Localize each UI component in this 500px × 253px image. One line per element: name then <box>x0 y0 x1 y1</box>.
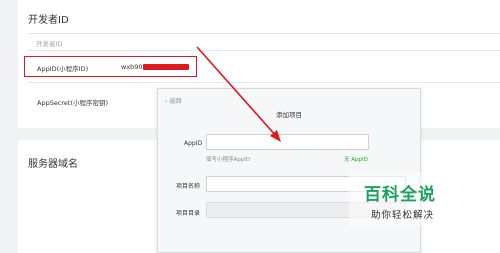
watermark-title: 百科全说 <box>364 185 436 205</box>
watermark-subtitle: 助你轻松解决 <box>371 210 435 221</box>
arrow-shaft <box>196 46 278 138</box>
